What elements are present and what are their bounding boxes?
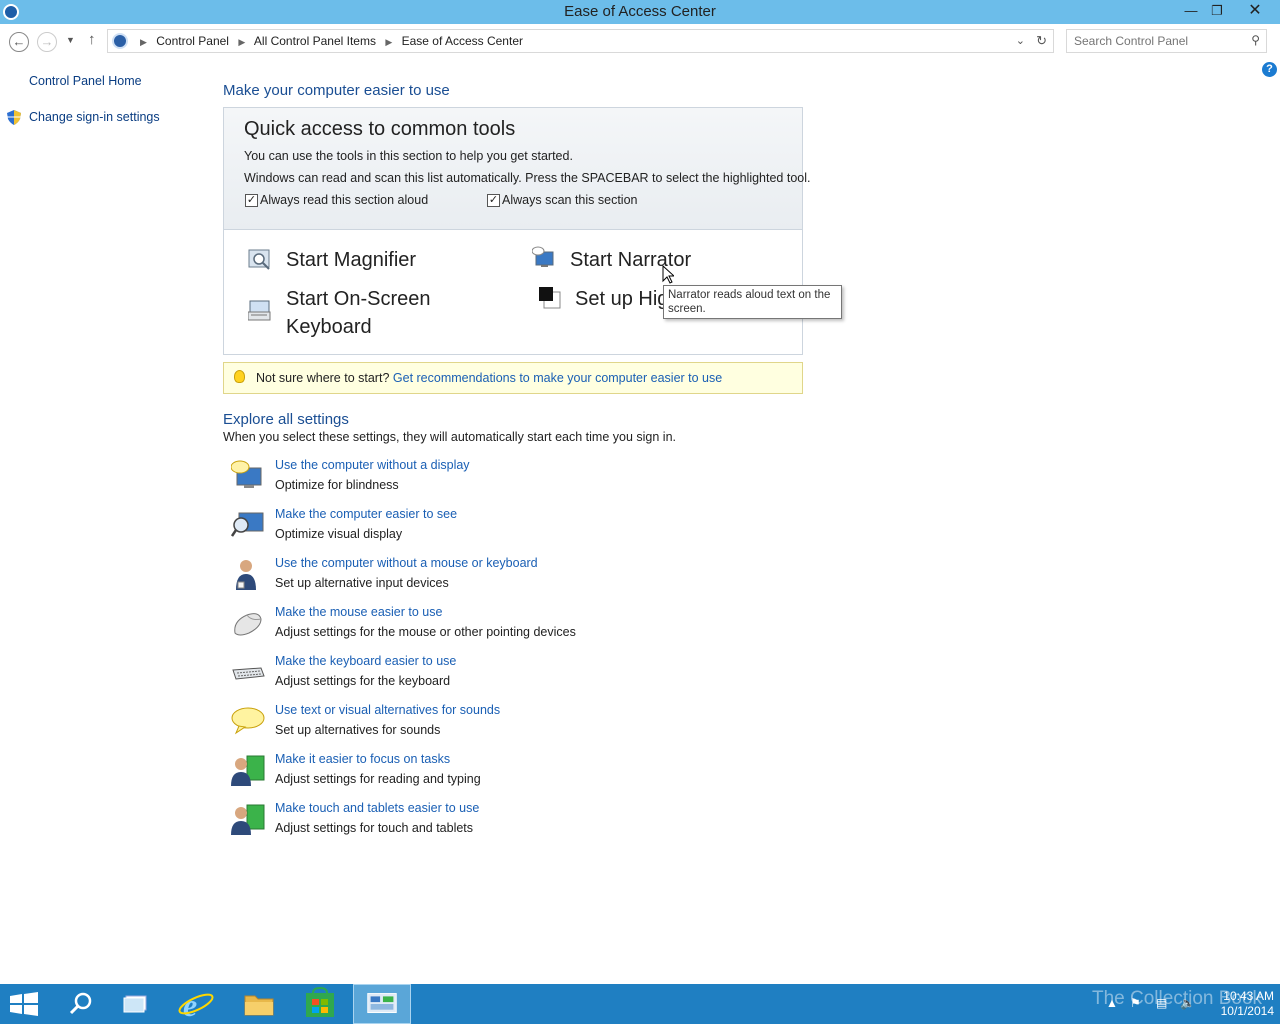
search-input[interactable] xyxy=(1074,31,1244,51)
title-bar: Ease of Access Center — ❐ ✕ xyxy=(0,0,1280,24)
search-icon[interactable] xyxy=(52,984,110,1024)
start-magnifier-link[interactable]: Start Magnifier xyxy=(286,246,416,274)
get-recommendations-link[interactable]: Get recommendations to make your compute… xyxy=(393,371,722,385)
magnify-display-icon[interactable] xyxy=(231,509,265,541)
setting-link[interactable]: Make the mouse easier to use xyxy=(275,605,442,619)
list-item: Make it easier to focus on tasks Adjust … xyxy=(231,752,791,796)
change-sign-in-settings-link[interactable]: Change sign-in settings xyxy=(29,110,160,124)
tip-text: Not sure where to start? Get recommendat… xyxy=(256,371,722,385)
on-screen-keyboard-icon[interactable] xyxy=(248,298,272,322)
chevron-right-icon[interactable]: ▶ xyxy=(140,37,147,47)
always-read-checkbox[interactable]: ✓ xyxy=(245,194,258,207)
file-explorer-icon[interactable] xyxy=(230,984,288,1024)
setting-description: Optimize for blindness xyxy=(275,478,399,492)
osk-line-2[interactable]: Keyboard xyxy=(286,313,431,341)
list-item: Make the keyboard easier to use Adjust s… xyxy=(231,654,791,698)
breadcrumb-ease-of-access[interactable]: Ease of Access Center xyxy=(402,34,523,48)
list-item: Use text or visual alternatives for soun… xyxy=(231,703,791,747)
control-panel-icon xyxy=(112,33,128,49)
chevron-right-icon[interactable]: ▶ xyxy=(238,37,245,47)
search-icon[interactable]: ⚲ xyxy=(1251,33,1260,47)
set-up-high-contrast-link[interactable]: Set up High Contrast xyxy=(575,285,665,313)
taskbar: e ▲ ⚑ ▤ 🔈 10:43 AM 10/1/2014 xyxy=(0,984,1280,1024)
breadcrumb-all-items[interactable]: All Control Panel Items xyxy=(254,34,376,48)
breadcrumb: ▶ Control Panel ▶ All Control Panel Item… xyxy=(134,34,523,48)
setting-description: Set up alternatives for sounds xyxy=(275,723,441,737)
control-panel-icon xyxy=(367,993,397,1014)
quick-access-line-1: You can use the tools in this section to… xyxy=(244,149,573,163)
recommendations-tip-bar: Not sure where to start? Get recommendat… xyxy=(223,362,803,394)
explore-heading: Explore all settings xyxy=(223,411,349,428)
quick-access-line-2: Windows can read and scan this list auto… xyxy=(244,171,811,185)
display-speech-icon[interactable] xyxy=(231,460,265,492)
mouse-icon[interactable] xyxy=(231,607,265,639)
lightbulb-icon xyxy=(234,370,245,383)
always-scan-checkbox[interactable]: ✓ xyxy=(487,194,500,207)
explore-subtitle: When you select these settings, they wil… xyxy=(223,430,676,444)
window-title: Ease of Access Center xyxy=(564,3,716,20)
person-speaking-icon[interactable] xyxy=(231,558,265,590)
back-button[interactable]: ← xyxy=(9,32,29,52)
uac-shield-icon xyxy=(7,110,21,125)
task-view-icon[interactable] xyxy=(108,984,166,1024)
help-icon[interactable]: ? xyxy=(1262,62,1277,77)
control-panel-home-link[interactable]: Control Panel Home xyxy=(29,74,142,88)
navigation-bar: ← → ▼ ↑ ▶ Control Panel ▶ All Control Pa… xyxy=(0,26,1280,56)
recent-locations-button[interactable]: ▼ xyxy=(66,35,75,45)
list-item: Use the computer without a display Optim… xyxy=(231,458,791,502)
start-button-windows-icon[interactable] xyxy=(0,984,58,1024)
up-button[interactable]: ↑ xyxy=(88,31,96,48)
person-touch-icon[interactable] xyxy=(231,803,265,835)
setting-link[interactable]: Use the computer without a mouse or keyb… xyxy=(275,556,538,570)
control-panel-taskbar-button[interactable] xyxy=(353,984,411,1024)
chevron-right-icon[interactable]: ▶ xyxy=(385,37,392,47)
setting-description: Adjust settings for touch and tablets xyxy=(275,821,474,835)
internet-explorer-icon[interactable]: e xyxy=(168,984,226,1024)
setting-link[interactable]: Make the keyboard easier to use xyxy=(275,654,456,668)
narrator-icon[interactable] xyxy=(532,246,556,270)
setting-link[interactable]: Use the computer without a display xyxy=(275,458,470,472)
list-item: Make the mouse easier to use Adjust sett… xyxy=(231,605,791,649)
osk-line-1[interactable]: Start On-Screen xyxy=(286,285,431,313)
setting-link[interactable]: Make it easier to focus on tasks xyxy=(275,752,450,766)
svg-text:e: e xyxy=(183,987,197,1023)
setting-description: Adjust settings for the keyboard xyxy=(275,674,451,688)
setting-link[interactable]: Make the computer easier to see xyxy=(275,507,457,521)
speech-bubble-icon[interactable] xyxy=(231,705,265,737)
setting-link[interactable]: Make touch and tablets easier to use xyxy=(275,801,479,815)
store-icon[interactable] xyxy=(291,984,349,1024)
magnifier-icon[interactable] xyxy=(248,248,272,272)
setting-description: Adjust settings for the mouse or other p… xyxy=(275,625,576,639)
list-item: Use the computer without a mouse or keyb… xyxy=(231,556,791,600)
quick-access-title: Quick access to common tools xyxy=(244,118,516,140)
setting-description: Set up alternative input devices xyxy=(275,576,449,590)
high-contrast-icon[interactable] xyxy=(538,286,562,310)
search-box[interactable]: ⚲ xyxy=(1066,29,1267,53)
list-item: Make the computer easier to see Optimize… xyxy=(231,507,791,551)
page-title: Make your computer easier to use xyxy=(223,82,450,99)
tip-prefix: Not sure where to start? xyxy=(256,371,390,385)
watermark-text: The Collection Book xyxy=(1092,988,1263,1009)
setting-description: Adjust settings for reading and typing xyxy=(275,772,481,786)
setting-link[interactable]: Use text or visual alternatives for soun… xyxy=(275,703,500,717)
quick-access-header: Quick access to common tools You can use… xyxy=(224,108,811,230)
address-bar[interactable]: ▶ Control Panel ▶ All Control Panel Item… xyxy=(107,29,1054,53)
forward-button[interactable]: → xyxy=(37,32,57,52)
list-item: Make touch and tablets easier to use Adj… xyxy=(231,801,791,845)
keyboard-icon[interactable] xyxy=(231,656,265,688)
narrator-tooltip: Narrator reads aloud text on the screen. xyxy=(663,285,842,319)
restore-button[interactable]: ❐ xyxy=(1200,0,1234,22)
setting-description: Optimize visual display xyxy=(275,527,403,541)
refresh-icon[interactable]: ↻ xyxy=(1036,33,1047,49)
mouse-cursor-icon xyxy=(662,265,674,284)
close-button[interactable]: ✕ xyxy=(1238,0,1272,22)
breadcrumb-control-panel[interactable]: Control Panel xyxy=(156,34,229,48)
always-scan-label[interactable]: Always scan this section xyxy=(502,193,637,207)
person-focus-icon[interactable] xyxy=(231,754,265,786)
address-dropdown-button[interactable]: ⌄ xyxy=(1016,34,1025,47)
always-read-label[interactable]: Always read this section aloud xyxy=(260,193,428,207)
start-on-screen-keyboard-link[interactable]: Start On-Screen Keyboard xyxy=(286,285,431,341)
